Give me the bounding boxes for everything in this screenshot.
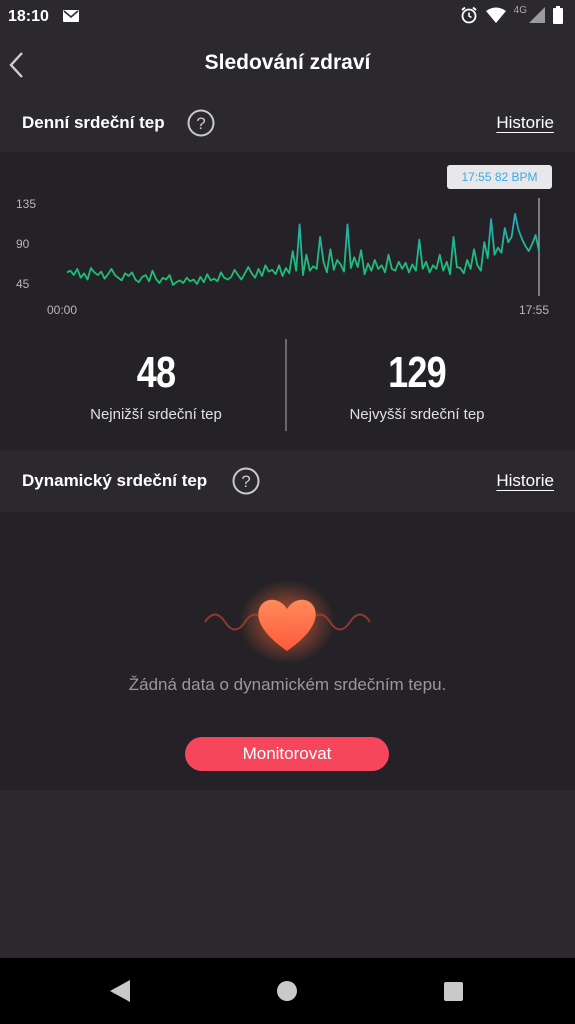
lowest-rate-value: 48 [136,348,176,397]
app-bar: Sledování zdraví [0,34,575,96]
section-title: Denní srdeční tep [22,113,165,132]
nav-recents-icon[interactable] [444,982,463,1001]
dynamic-heart-rate-panel: Žádná data o dynamickém srdečním tepu. M… [0,512,575,790]
dynamic-heart-rate-header: Dynamický srdeční tep ? Historie [0,454,575,510]
history-link[interactable]: Historie [496,471,554,491]
history-link[interactable]: Historie [496,113,554,133]
nav-back-icon[interactable] [110,980,130,1002]
status-bar: 18:10 4G [0,0,575,34]
section-title: Dynamický srdeční tep [22,471,208,490]
question-circle-icon[interactable]: ? [187,109,215,137]
y-tick-label: 45 [16,277,30,291]
page-title: Sledování zdraví [204,51,371,74]
status-icons: 4G [460,4,563,24]
network-label: 4G [513,4,527,16]
highest-rate-value: 129 [388,348,447,397]
x-tick-label: 00:00 [47,303,77,317]
mail-icon [63,10,79,22]
system-nav-bar [0,958,575,1024]
heart-rate-series-line [66,212,540,286]
signal-icon [529,7,545,23]
lowest-rate-stat: 48 Nejnižší srdeční tep [36,348,276,423]
status-time: 18:10 [8,8,49,25]
heart-illustration [200,577,375,667]
svg-text:?: ? [241,472,250,491]
x-tick-label: 17:55 [519,303,549,317]
monitor-button[interactable]: Monitorovat [185,737,389,771]
highest-rate-stat: 129 Nejvyšší srdeční tep [297,348,537,423]
lowest-rate-label: Nejnižší srdeční tep [90,406,222,423]
question-circle-icon[interactable]: ? [232,467,260,495]
highest-rate-label: Nejvyšší srdeční tep [349,406,485,423]
wifi-icon [485,7,506,23]
daily-heart-rate-header: Denní srdeční tep ? Historie [0,96,575,152]
chart-tooltip: 17:55 82 BPM [447,165,552,189]
nav-home-icon[interactable] [277,981,297,1001]
alarm-icon [461,6,477,24]
stats-divider [285,339,287,431]
heart-rate-chart-panel: 135 90 45 00:00 17:55 17:55 82 BPM 48 Nejni… [0,152,575,450]
battery-icon [553,6,563,24]
svg-text:?: ? [196,114,205,133]
empty-state-message: Žádná data o dynamickém srdečním tepu. [128,675,447,694]
y-tick-label: 90 [16,237,30,251]
y-tick-label: 135 [16,197,36,211]
